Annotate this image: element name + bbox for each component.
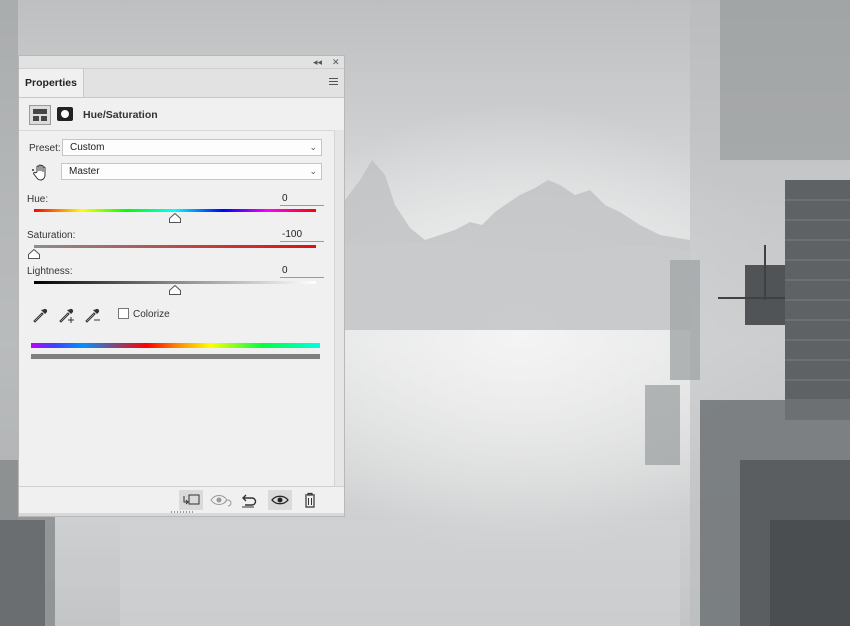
- input-color-spectrum-bar: [31, 343, 320, 348]
- chevron-down-icon: ⌄: [309, 142, 317, 152]
- panel-tab-row: Properties: [19, 69, 344, 98]
- preset-value: Custom: [70, 142, 105, 153]
- layer-mask-icon[interactable]: [57, 107, 73, 121]
- lightness-slider-thumb[interactable]: [169, 285, 181, 295]
- saturation-label: Saturation:: [27, 230, 76, 241]
- hue-slider-track[interactable]: [34, 209, 316, 212]
- visibility-eye-icon[interactable]: [268, 490, 292, 510]
- lightness-value-field[interactable]: 0: [280, 264, 324, 278]
- delete-trash-icon[interactable]: [298, 490, 322, 510]
- colorize-label: Colorize: [133, 309, 170, 320]
- reset-icon[interactable]: [237, 490, 261, 510]
- colorize-checkbox[interactable]: [118, 308, 129, 319]
- clip-to-layer-icon[interactable]: [179, 490, 203, 510]
- tab-properties[interactable]: Properties: [19, 69, 84, 97]
- targeted-adjustment-hand-icon[interactable]: [31, 163, 51, 183]
- adjustment-title: Hue/Saturation: [83, 109, 158, 121]
- adjustment-layer-icon[interactable]: [29, 105, 51, 125]
- chevron-down-icon: ⌄: [309, 166, 317, 176]
- panel-bottom-edge: [19, 513, 344, 516]
- panel-scrollbar[interactable]: [334, 130, 344, 486]
- lightness-label: Lightness:: [27, 266, 73, 277]
- output-color-spectrum-bar: [31, 354, 320, 359]
- preset-select[interactable]: Custom ⌄: [62, 139, 322, 156]
- close-panel-icon[interactable]: ✕: [332, 56, 340, 68]
- hamburger-menu-icon[interactable]: [329, 78, 338, 87]
- view-previous-icon[interactable]: [208, 490, 232, 510]
- saturation-slider-track[interactable]: [34, 245, 316, 248]
- channel-value: Master: [69, 166, 100, 177]
- preset-label: Preset:: [29, 143, 61, 154]
- saturation-slider-thumb[interactable]: [28, 249, 40, 259]
- channel-select[interactable]: Master ⌄: [61, 163, 322, 180]
- hue-slider-thumb[interactable]: [169, 213, 181, 223]
- hue-value-field[interactable]: 0: [280, 192, 324, 206]
- lightness-slider-track[interactable]: [34, 281, 316, 284]
- saturation-value-field[interactable]: -100: [280, 228, 324, 242]
- properties-panel: ◂◂ ✕ Properties Hue/Saturation Preset: C…: [18, 55, 345, 517]
- adjustment-header: Hue/Saturation: [19, 98, 344, 131]
- hue-label: Hue:: [27, 194, 49, 205]
- collapse-panel-icon[interactable]: ◂◂: [313, 56, 322, 68]
- panel-title-bar[interactable]: ◂◂ ✕: [19, 56, 344, 69]
- eyedropper-subtract-icon[interactable]: [83, 306, 101, 324]
- eyedropper-icon[interactable]: [31, 306, 49, 324]
- eyedropper-add-icon[interactable]: [57, 306, 75, 324]
- panel-footer: [19, 486, 344, 513]
